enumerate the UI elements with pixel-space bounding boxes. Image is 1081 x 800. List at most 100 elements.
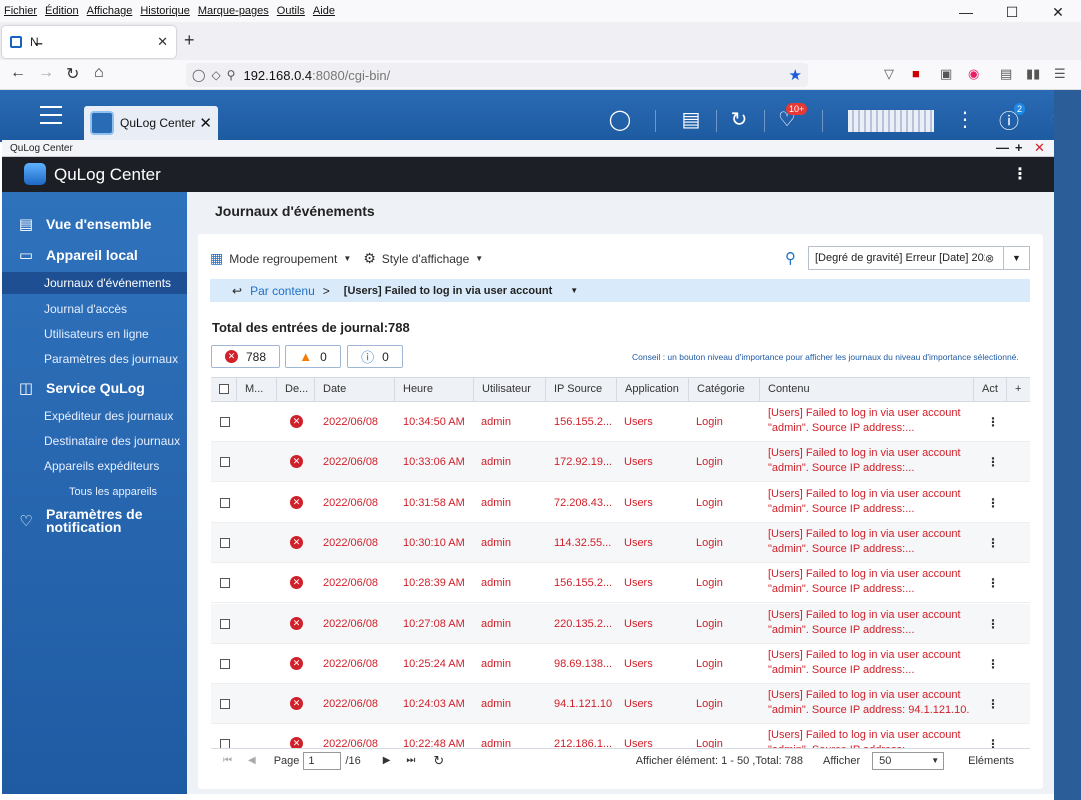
display-style-dropdown[interactable]: Style d'affichage <box>382 252 469 266</box>
menu-historique[interactable]: Historique <box>136 5 194 17</box>
window-maximize-icon[interactable]: + <box>1015 140 1023 155</box>
row-checkbox[interactable] <box>220 739 230 748</box>
filter-search-input[interactable]: [Degré de gravité] Erreur [Date] 202 ⊗ ▼ <box>808 246 1030 270</box>
search-icon[interactable]: ⚲ <box>785 249 796 267</box>
page-number-input[interactable]: 1 <box>303 751 342 770</box>
menu-affichage[interactable]: Affichage <box>83 5 137 17</box>
menu-outils[interactable]: Outils <box>273 5 309 17</box>
row-actions-icon[interactable]: ⋮ <box>987 604 999 644</box>
row-actions-icon[interactable]: ⋮ <box>987 523 999 563</box>
forward-icon[interactable]: → <box>38 64 54 82</box>
row-actions-icon[interactable]: ⋮ <box>987 442 999 482</box>
table-row[interactable]: ✕ 2022/06/08 10:31:58 AM admin 72.208.43... U… <box>211 483 1030 523</box>
row-checkbox[interactable] <box>220 497 230 508</box>
pocket-icon[interactable]: ▽ <box>884 66 894 82</box>
back-icon[interactable]: ↩ <box>232 284 242 298</box>
search-icon[interactable]: ◯ <box>605 104 635 134</box>
new-tab-icon[interactable]: + <box>184 30 195 51</box>
col-content[interactable]: Contenu <box>760 378 974 401</box>
row-actions-icon[interactable]: ⋮ <box>987 724 999 748</box>
select-all-cell[interactable] <box>211 378 237 401</box>
user-account[interactable] <box>848 110 934 132</box>
sidebar-item-overview[interactable]: ▤ Vue d'ensemble <box>16 215 152 233</box>
table-row[interactable]: ✕ 2022/06/08 10:34:50 AM admin 156.155.2... U… <box>211 402 1030 442</box>
tasks-icon[interactable]: ▤ <box>676 104 706 134</box>
col-source-ip[interactable]: IP Source <box>546 378 617 401</box>
library-icon[interactable]: ▮▮ <box>1026 66 1040 82</box>
main-menu-icon[interactable] <box>40 106 62 124</box>
more-options-icon[interactable]: ⋮ <box>950 104 980 134</box>
close-window-icon[interactable]: ✕ <box>1035 0 1081 24</box>
minimize-icon[interactable]: — <box>943 0 989 24</box>
sidebar-item-local-device[interactable]: ▭ Appareil local <box>16 246 138 264</box>
app-menu-icon[interactable]: ⋮ <box>1012 164 1028 184</box>
back-icon[interactable]: ← <box>10 64 26 82</box>
bookmark-star-icon[interactable]: ★ <box>789 66 802 84</box>
col-user[interactable]: Utilisateur <box>474 378 546 401</box>
table-row[interactable]: ✕ 2022/06/08 10:25:24 AM admin 98.69.138... U… <box>211 644 1030 684</box>
col-date[interactable]: Date <box>315 378 395 401</box>
table-row[interactable]: ✕ 2022/06/08 10:24:03 AM admin 94.1.121.10 Us… <box>211 684 1030 725</box>
row-actions-icon[interactable]: ⋮ <box>987 483 999 523</box>
per-page-select[interactable]: 50 ▼ <box>872 751 945 770</box>
row-actions-icon[interactable]: ⋮ <box>987 644 999 684</box>
first-page-icon[interactable]: ⏮ <box>223 755 232 766</box>
next-page-icon[interactable]: ▶ <box>383 755 391 766</box>
menu-marque-pages[interactable]: Marque-pages <box>194 5 273 17</box>
sync-icon[interactable]: ↻ <box>724 104 754 134</box>
row-checkbox[interactable] <box>220 658 230 669</box>
row-checkbox[interactable] <box>220 417 230 427</box>
last-page-icon[interactable]: ⏭ <box>406 755 415 766</box>
row-actions-icon[interactable]: ⋮ <box>987 684 999 724</box>
table-row[interactable]: ✕ 2022/06/08 10:33:06 AM admin 172.92.19... U… <box>211 442 1030 483</box>
table-row[interactable]: ✕ 2022/06/08 10:22:48 AM admin 212.186.1... U… <box>211 724 1030 748</box>
menu-fichier[interactable]: Fichier <box>0 5 41 17</box>
menu-aide[interactable]: Aide <box>309 5 339 17</box>
breadcrumb-link[interactable]: Par contenu <box>250 284 315 298</box>
maximize-icon[interactable]: ☐ <box>989 0 1035 24</box>
table-row[interactable]: ✕ 2022/06/08 10:30:10 AM admin 114.32.55... U… <box>211 522 1030 563</box>
ublock-icon[interactable]: ■ <box>912 66 920 81</box>
warning-filter-button[interactable]: ▲ 0 <box>285 345 341 368</box>
add-column-button[interactable]: + <box>1007 378 1030 401</box>
sidebar-item-event-logs[interactable]: Journaux d'événements <box>44 276 171 290</box>
chevron-down-icon[interactable]: ▼ <box>1003 247 1029 269</box>
col-actions[interactable]: Act <box>974 378 1007 401</box>
home-icon[interactable]: ⌂ <box>94 64 104 82</box>
window-close-icon[interactable]: ✕ <box>1034 140 1045 156</box>
col-application[interactable]: Application <box>617 378 689 401</box>
col-time[interactable]: Heure <box>395 378 474 401</box>
row-checkbox[interactable] <box>220 537 230 548</box>
color-extension-icon[interactable]: ◉ <box>968 66 979 82</box>
sidebar-item-access-log[interactable]: Journal d'accès <box>44 302 127 316</box>
row-actions-icon[interactable]: ⋮ <box>987 563 999 603</box>
browser-menu-icon[interactable]: ☰ <box>1054 66 1066 82</box>
col-severity[interactable]: De... <box>277 378 315 401</box>
chevron-down-icon[interactable]: ▼ <box>570 286 578 295</box>
extension-2-icon[interactable]: ▤ <box>1000 66 1012 82</box>
browser-tab[interactable]: N̶̶̶̶̶̶ ✕ <box>2 26 176 58</box>
close-app-icon[interactable]: ✕ <box>199 114 212 132</box>
clear-icon[interactable]: ⊗ <box>985 252 1003 265</box>
row-checkbox[interactable] <box>220 699 230 710</box>
menu-edition[interactable]: Édition <box>41 5 83 17</box>
select-all-checkbox[interactable] <box>219 384 229 394</box>
refresh-icon[interactable]: ↻ <box>433 753 444 769</box>
sidebar-item-service[interactable]: ◫ Service QuLog <box>16 379 145 397</box>
sidebar-item-online-users[interactable]: Utilisateurs en ligne <box>44 327 149 341</box>
info-filter-button[interactable]: ⓘ 0 <box>347 345 403 368</box>
app-tab-qulog[interactable]: QuLog Center ✕ <box>84 106 218 140</box>
sidebar-item-log-settings[interactable]: Paramètres des journaux <box>44 352 178 366</box>
row-checkbox[interactable] <box>220 578 230 589</box>
table-row[interactable]: ✕ 2022/06/08 10:28:39 AM admin 156.155.2... U… <box>211 563 1030 604</box>
reload-icon[interactable]: ↻ <box>66 64 79 84</box>
row-checkbox[interactable] <box>220 618 230 629</box>
prev-page-icon[interactable]: ◀ <box>248 755 256 766</box>
extension-icon[interactable]: ▣ <box>940 66 952 82</box>
group-mode-dropdown[interactable]: Mode regroupement <box>229 252 337 266</box>
close-tab-icon[interactable]: ✕ <box>157 34 168 50</box>
row-checkbox[interactable] <box>220 457 230 468</box>
window-minimize-icon[interactable]: — <box>996 140 1009 155</box>
col-category[interactable]: Catégorie <box>689 378 760 401</box>
error-filter-button[interactable]: ✕ 788 <box>211 345 280 368</box>
